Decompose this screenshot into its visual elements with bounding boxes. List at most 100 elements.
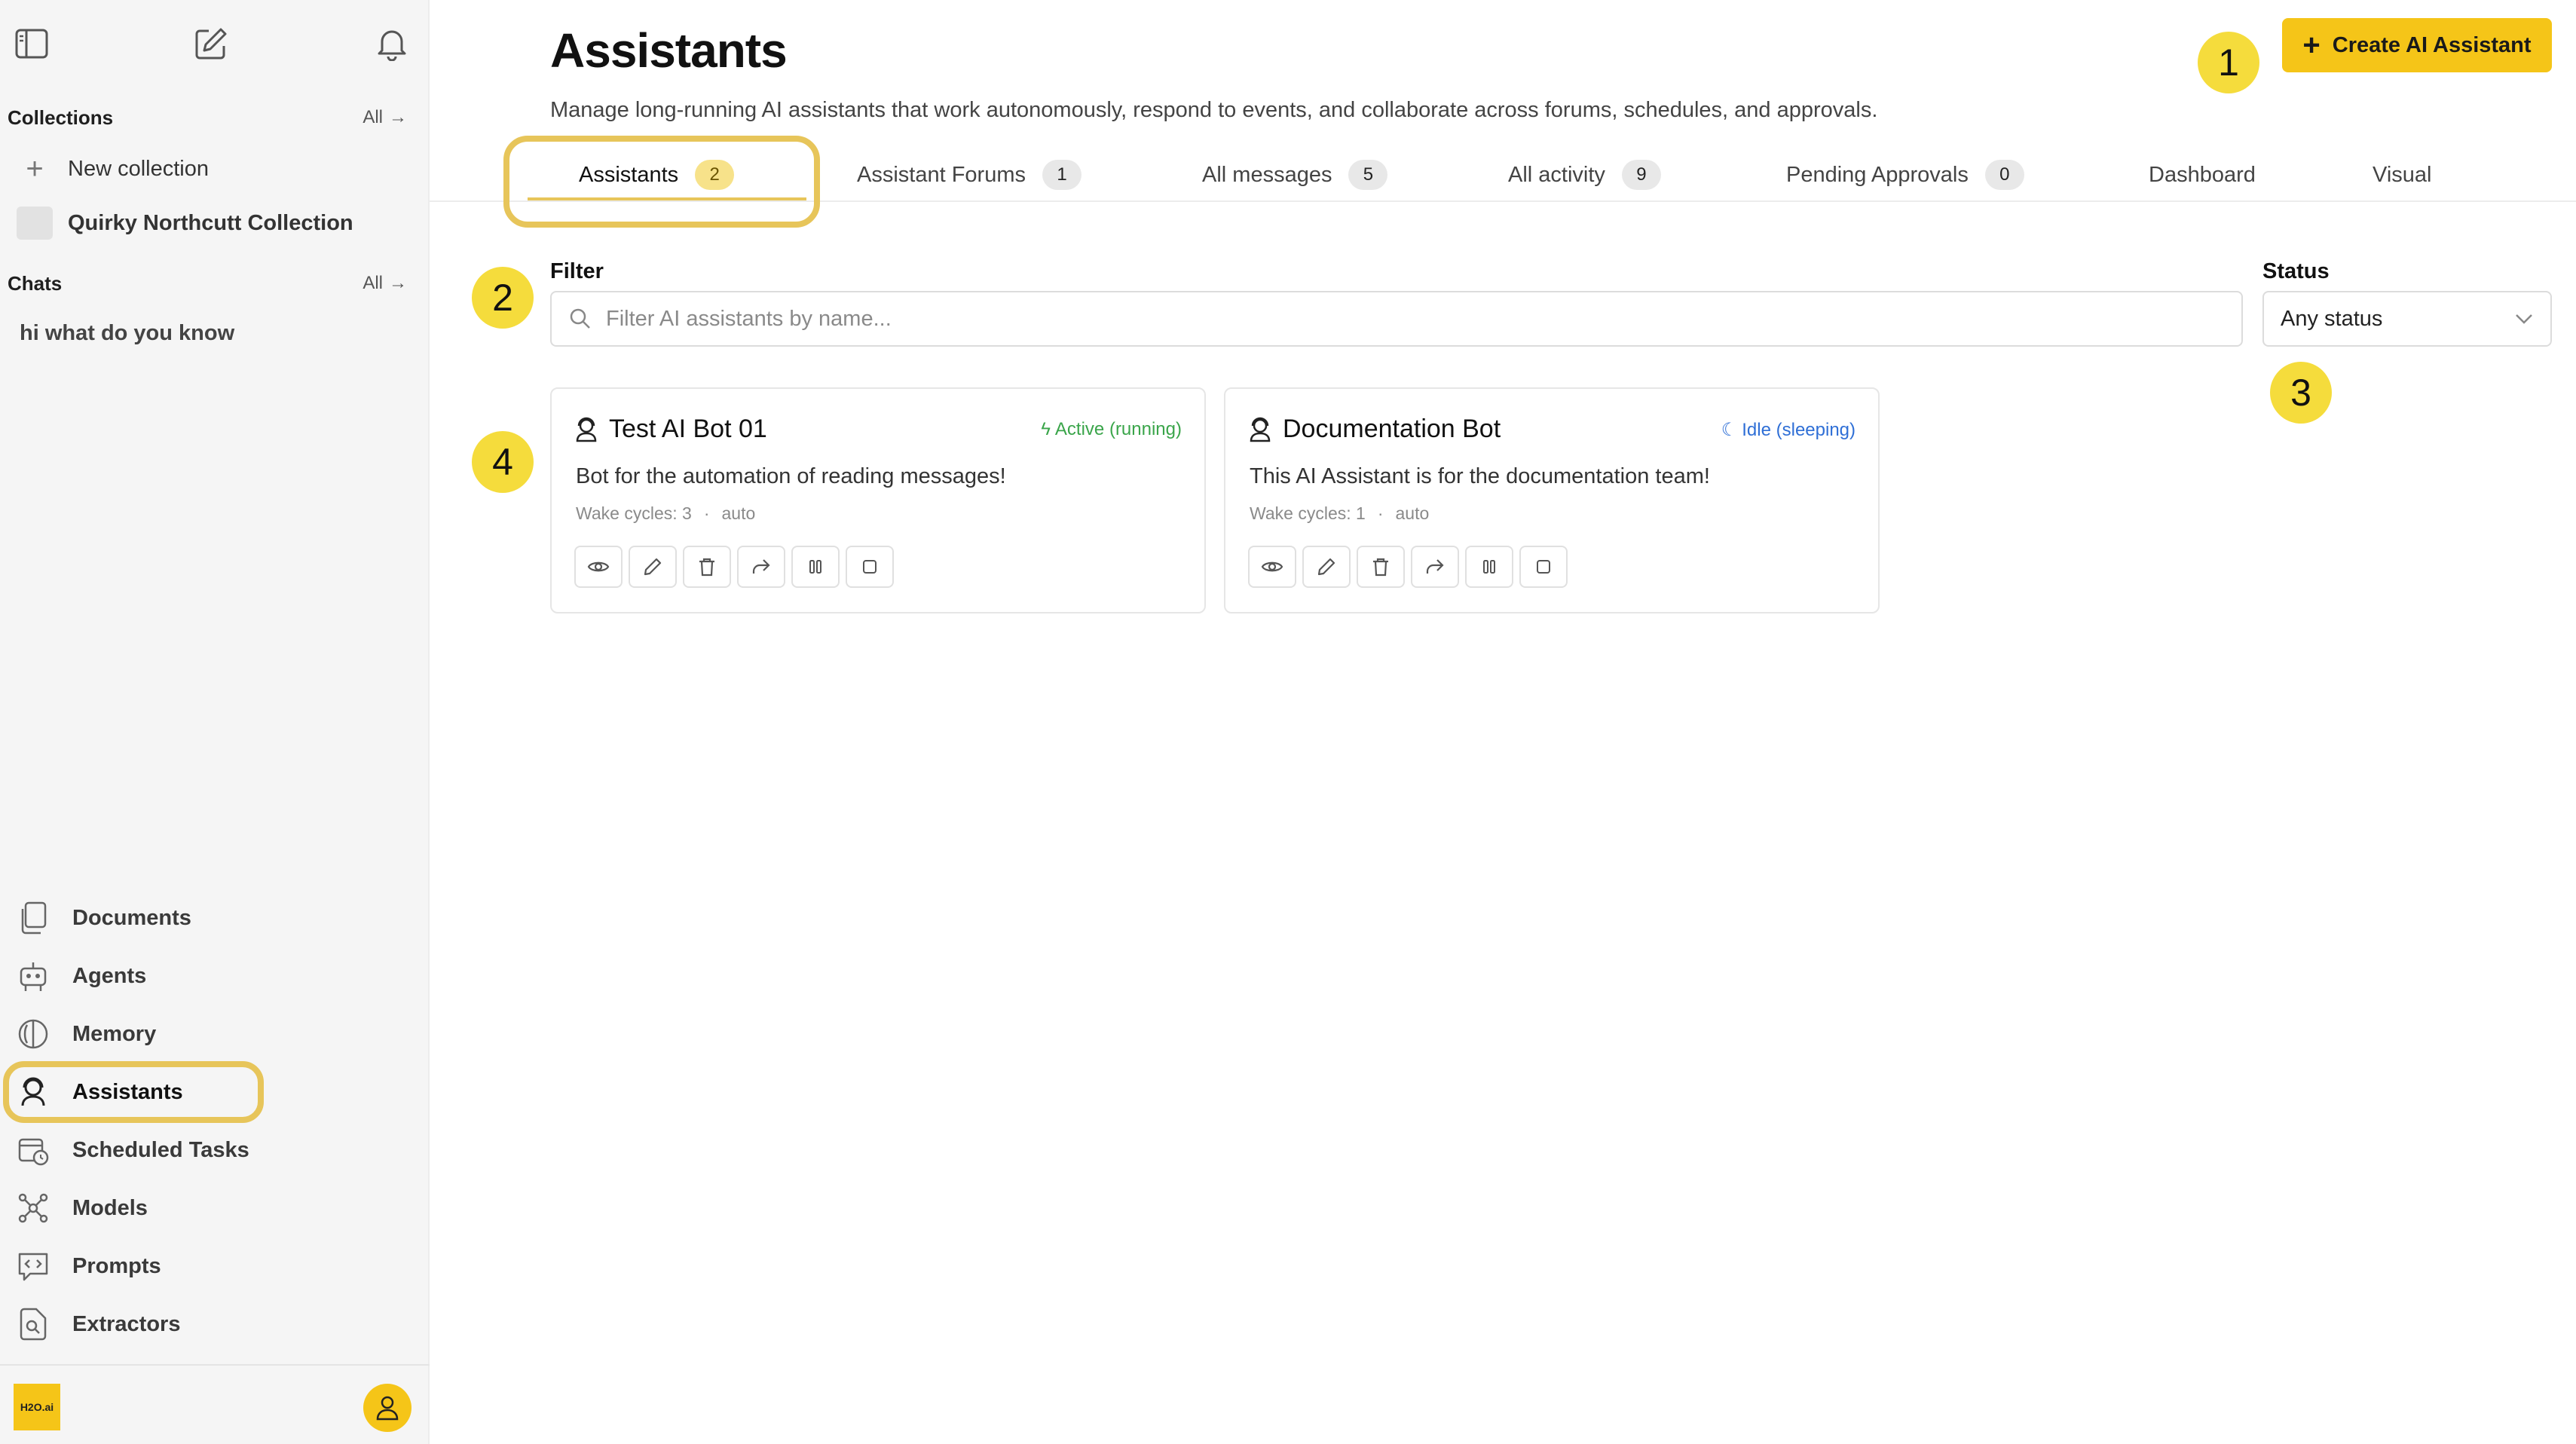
chats-all-link[interactable]: All → xyxy=(363,273,407,294)
new-chat-edit-icon[interactable] xyxy=(188,21,234,66)
view-button[interactable] xyxy=(1248,546,1296,588)
user-avatar[interactable] xyxy=(363,1384,411,1432)
collections-all-link[interactable]: All → xyxy=(363,107,407,128)
pause-icon xyxy=(1483,560,1495,574)
card-meta: Wake cycles: 1 · auto xyxy=(1250,503,1429,524)
chevron-down-icon xyxy=(2516,314,2532,324)
sidebar: Collections All → + New collection Quirky… xyxy=(0,0,430,1444)
forward-icon xyxy=(752,559,770,574)
tab-label: Dashboard xyxy=(2149,162,2256,187)
bell-icon[interactable] xyxy=(369,21,415,66)
status-badge: ϟ Active (running) xyxy=(1041,419,1182,440)
card-title: Documentation Bot xyxy=(1283,415,1501,443)
mode: auto xyxy=(1395,503,1430,523)
delete-button[interactable] xyxy=(683,546,731,588)
sidebar-item-scheduled-tasks[interactable]: Scheduled Tasks xyxy=(15,1126,264,1174)
collection-item-label: Quirky Northcutt Collection xyxy=(68,210,353,235)
pause-button[interactable] xyxy=(791,546,840,588)
sidebar-item-memory[interactable]: Memory xyxy=(15,1010,264,1058)
stop-button[interactable] xyxy=(846,546,894,588)
tab-count: 5 xyxy=(1348,160,1388,190)
card-description: This AI Assistant is for the documentati… xyxy=(1250,464,1710,488)
edit-button[interactable] xyxy=(1302,546,1351,588)
search-icon xyxy=(570,308,590,329)
collections-header: Collections All → xyxy=(8,102,407,133)
tab-all-messages[interactable]: All messages 5 xyxy=(1202,148,1388,202)
sidebar-item-label: Prompts xyxy=(72,1253,161,1278)
collection-item[interactable]: Quirky Northcutt Collection xyxy=(17,202,353,244)
create-button-label: Create AI Assistant xyxy=(2332,32,2532,57)
tab-label: Pending Approvals xyxy=(1786,162,1969,187)
assistant-icon xyxy=(576,417,597,442)
share-button[interactable] xyxy=(1411,546,1459,588)
wake-cycles: Wake cycles: 1 xyxy=(1250,503,1366,523)
sidebar-toggle-icon[interactable] xyxy=(9,21,54,66)
forward-icon xyxy=(1426,559,1444,574)
card-header: Documentation Bot xyxy=(1248,415,1501,444)
tab-dashboard[interactable]: Dashboard xyxy=(2149,148,2256,202)
edit-button[interactable] xyxy=(629,546,677,588)
sidebar-item-extractors[interactable]: Extractors xyxy=(15,1300,264,1348)
h2o-logo[interactable]: H2O.ai xyxy=(14,1384,60,1430)
assistant-card[interactable]: Documentation Bot ☾ Idle (sleeping) This… xyxy=(1224,387,1880,613)
trash-icon xyxy=(699,558,714,577)
step-badge-1: 1 xyxy=(2198,32,2259,93)
moon-icon: ☾ xyxy=(1721,420,1738,440)
tab-label: All activity xyxy=(1508,162,1605,187)
stop-button[interactable] xyxy=(1519,546,1568,588)
chats-header: Chats All → xyxy=(8,268,407,298)
chats-all-label: All xyxy=(363,273,383,293)
status-select-value: Any status xyxy=(2281,306,2383,331)
card-meta: Wake cycles: 3 · auto xyxy=(576,503,755,524)
delete-button[interactable] xyxy=(1357,546,1405,588)
sidebar-item-label: Documents xyxy=(72,905,191,930)
card-title: Test AI Bot 01 xyxy=(609,415,767,443)
tab-assistant-forums[interactable]: Assistant Forums 1 xyxy=(857,148,1081,202)
chat-item[interactable]: hi what do you know xyxy=(20,312,234,354)
assistant-card[interactable]: Test AI Bot 01 ϟ Active (running) Bot fo… xyxy=(550,387,1206,613)
pause-icon xyxy=(809,560,821,574)
sidebar-item-prompts[interactable]: Prompts xyxy=(15,1242,264,1290)
stop-icon xyxy=(863,560,877,574)
page-title: Assistants xyxy=(550,23,788,78)
card-actions xyxy=(574,546,894,588)
tab-label: Visual xyxy=(2373,162,2432,187)
create-ai-assistant-button[interactable]: + Create AI Assistant xyxy=(2282,18,2552,72)
sidebar-item-label: Extractors xyxy=(72,1311,181,1336)
sidebar-item-label: Models xyxy=(72,1195,148,1220)
wake-cycles: Wake cycles: 3 xyxy=(576,503,692,523)
sidebar-item-documents[interactable]: Documents xyxy=(15,894,264,942)
plus-icon: + xyxy=(26,151,44,185)
user-icon xyxy=(376,1396,399,1421)
collections-all-label: All xyxy=(363,107,383,127)
sidebar-toolbar xyxy=(0,21,430,66)
brain-icon xyxy=(15,1016,51,1052)
pencil-icon xyxy=(1317,558,1335,576)
collections-title: Collections xyxy=(8,106,114,129)
status-select[interactable]: Any status xyxy=(2262,291,2552,347)
sidebar-item-models[interactable]: Models xyxy=(15,1184,264,1232)
new-collection-button[interactable]: + New collection xyxy=(17,148,209,190)
card-description: Bot for the automation of reading messag… xyxy=(576,464,1006,488)
view-button[interactable] xyxy=(574,546,623,588)
assistant-icon xyxy=(1250,417,1271,442)
status-badge: ☾ Idle (sleeping) xyxy=(1721,419,1856,441)
tab-label: Assistant Forums xyxy=(857,162,1026,187)
share-button[interactable] xyxy=(737,546,785,588)
eye-icon xyxy=(587,561,610,572)
tab-pending-approvals[interactable]: Pending Approvals 0 xyxy=(1786,148,2024,202)
pencil-icon xyxy=(644,558,662,576)
tab-all-activity[interactable]: All activity 9 xyxy=(1508,148,1661,202)
status-text: Idle (sleeping) xyxy=(1742,419,1856,440)
tab-visual[interactable]: Visual xyxy=(2373,148,2431,202)
step-badge-3: 3 xyxy=(2270,362,2332,424)
filter-input[interactable] xyxy=(606,306,2189,332)
card-actions xyxy=(1248,546,1568,588)
network-icon xyxy=(15,1190,51,1226)
sidebar-divider xyxy=(0,1364,430,1366)
chats-title: Chats xyxy=(8,271,63,295)
sidebar-item-agents[interactable]: Agents xyxy=(15,952,264,1000)
pause-button[interactable] xyxy=(1465,546,1513,588)
status-label: Status xyxy=(2262,259,2330,283)
arrow-right-icon: → xyxy=(389,107,407,127)
